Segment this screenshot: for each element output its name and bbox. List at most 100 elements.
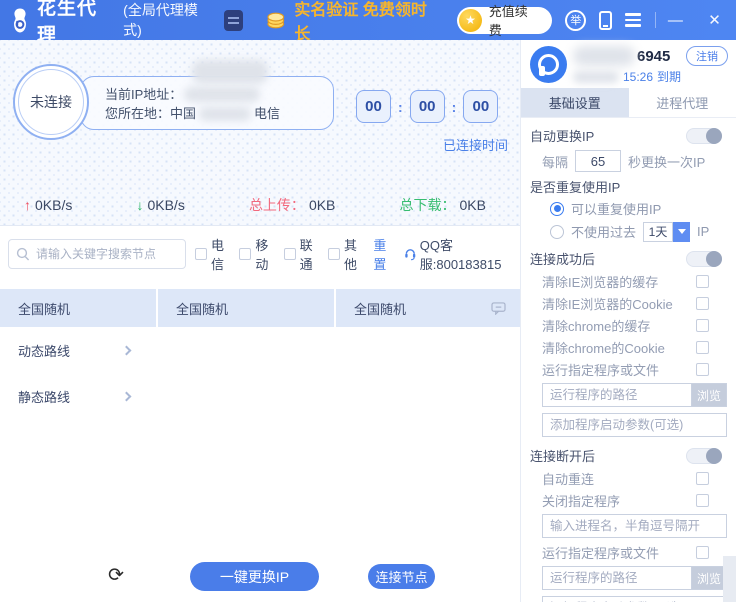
change-ip-button[interactable]: 一键更换IP: [190, 562, 319, 591]
upload-arrow-icon: ↑: [24, 197, 31, 213]
location-blur-mask: [199, 106, 252, 121]
close-process-option[interactable]: 关闭指定程序: [530, 489, 727, 511]
node-column-header[interactable]: 全国随机: [0, 289, 156, 327]
reuse-no-option[interactable]: 不使用过去 1天 IP: [530, 220, 727, 243]
connect-program-path-input[interactable]: [542, 383, 692, 407]
clear-chrome-cookie-option[interactable]: 清除chrome的Cookie: [530, 336, 727, 358]
carrier-filter-telecom[interactable]: 电信: [195, 235, 230, 273]
checkbox-icon: [239, 248, 252, 260]
auto-reconnect-option[interactable]: 自动重连: [530, 467, 727, 489]
carrier-label: 其他: [343, 238, 357, 272]
duration-select[interactable]: 1天: [643, 221, 691, 242]
reset-filter-link[interactable]: 重置: [373, 235, 395, 273]
clear-chrome-cache-option[interactable]: 清除chrome的缓存: [530, 314, 727, 336]
checkbox-icon: [696, 274, 709, 288]
clear-ie-cache-option[interactable]: 清除IE浏览器的缓存: [530, 270, 727, 292]
checkbox-icon: [696, 362, 709, 376]
node-row-dynamic[interactable]: 动态路线: [0, 327, 156, 373]
menu-icon[interactable]: [624, 13, 641, 27]
timer-minutes: 00: [409, 90, 445, 123]
disconnect-program-path-input[interactable]: [542, 566, 692, 590]
carrier-filter-other[interactable]: 其他: [327, 235, 363, 273]
option-label: 运行指定程序或文件: [542, 545, 660, 561]
total-download-label: 总下载：: [399, 197, 456, 213]
timer-colon: :: [398, 98, 403, 115]
connect-browse-button[interactable]: 浏览: [692, 383, 727, 407]
avatar: [530, 46, 567, 83]
reuse-yes-label: 可以重复使用IP: [571, 202, 662, 217]
qq-support-text: QQ客服:800183815: [419, 238, 502, 272]
connection-status-badge: 未连接: [13, 64, 89, 140]
option-label: 关闭指定程序: [542, 493, 621, 509]
expiry-date-blur-mask: [573, 70, 619, 83]
coins-icon: [267, 12, 285, 29]
basic-settings-content: 自动更换IP 每隔 秒更换一次IP 是否重复使用IP 可以重复使用IP: [521, 118, 736, 602]
option-label: 清除IE浏览器的Cookie: [542, 296, 673, 312]
main-panel: 未连接 当前IP地址： 您所在地：中国 电信 00 : 00: 00 已连接时…: [0, 40, 520, 602]
chevron-right-icon: [121, 345, 132, 355]
reuse-no-suffix: IP: [697, 224, 710, 239]
expiry-time: 15:26: [623, 69, 654, 84]
connected-timer: 00 : 00 : 00: [356, 90, 499, 123]
logout-button[interactable]: 注销: [686, 46, 728, 66]
carrier-filter-mobile[interactable]: 移动: [239, 235, 274, 273]
after-connect-toggle[interactable]: [686, 250, 722, 267]
disconnect-program-args-input[interactable]: [542, 596, 727, 602]
option-label: 清除chrome的Cookie: [542, 340, 665, 356]
option-label: 清除chrome的缓存: [542, 318, 651, 334]
realname-promo-link[interactable]: 实名验证 免费领时长: [267, 0, 439, 44]
disconnect-browse-button[interactable]: 浏览: [692, 566, 727, 590]
node-column-header[interactable]: 全国随机: [336, 289, 520, 327]
connect-program-args-input[interactable]: [542, 413, 727, 437]
minimize-button[interactable]: —: [658, 12, 693, 29]
interval-input[interactable]: [575, 150, 622, 172]
timer-colon: :: [451, 98, 457, 115]
reuse-yes-option[interactable]: 可以重复使用IP: [530, 197, 727, 220]
location-isp: 电信: [254, 106, 281, 121]
feedback-icon[interactable]: [491, 301, 506, 315]
headset-icon: [405, 248, 416, 260]
clear-ie-cookie-option[interactable]: 清除IE浏览器的Cookie: [530, 292, 727, 314]
app-window: 花生代理 (全局代理模式) 实名验证 免费领时长 ★ 充值续费 举 — ✕ 未连…: [0, 0, 736, 602]
recharge-button[interactable]: ★ 充值续费: [457, 4, 553, 38]
activity-icon[interactable]: 举: [565, 9, 587, 31]
refresh-icon[interactable]: ⟳: [108, 564, 124, 587]
radio-selected-icon: [550, 201, 564, 216]
connect-node-button[interactable]: 连接节点: [368, 564, 435, 589]
node-row-label: 静态路线: [18, 389, 71, 405]
checkbox-icon: [696, 471, 709, 485]
tab-basic-settings[interactable]: 基础设置: [521, 88, 629, 117]
account-area: 6945 注销 15:26 到期: [521, 40, 736, 88]
carrier-label: 移动: [255, 238, 269, 272]
search-input[interactable]: [8, 239, 186, 269]
run-program-on-disconnect-option[interactable]: 运行指定程序或文件: [530, 541, 727, 563]
mobile-icon[interactable]: [599, 10, 612, 30]
run-program-on-connect-option[interactable]: 运行指定程序或文件: [530, 358, 727, 380]
auto-change-ip-label: 自动更换IP: [530, 129, 595, 144]
scrollbar-thumb[interactable]: [723, 556, 736, 602]
qq-support-link[interactable]: QQ客服:800183815: [404, 235, 516, 273]
connection-hero: 未连接 当前IP地址： 您所在地：中国 电信 00 : 00: 00 已连接时…: [0, 40, 520, 226]
upload-speed: 0KB/s: [35, 197, 73, 213]
after-connect-label: 连接成功后: [530, 252, 596, 267]
action-bar: ⟳ 一键更换IP 连接节点: [0, 562, 520, 592]
settings-tabs: 基础设置 进程代理: [521, 88, 736, 118]
reuse-no-prefix: 不使用过去: [571, 225, 637, 240]
auto-change-ip-toggle[interactable]: [686, 127, 722, 144]
process-names-input[interactable]: [542, 514, 727, 538]
star-icon: ★: [459, 8, 482, 32]
node-row-static[interactable]: 静态路线: [0, 373, 156, 419]
download-arrow-icon: ↓: [136, 197, 144, 213]
certificate-icon[interactable]: [224, 9, 243, 31]
timer-hours: 00: [356, 90, 391, 123]
close-button[interactable]: ✕: [693, 11, 736, 29]
carrier-filter-unicom[interactable]: 联通: [283, 235, 319, 273]
node-column-header[interactable]: 全国随机: [158, 289, 334, 327]
checkbox-icon: [696, 493, 709, 507]
after-disconnect-toggle[interactable]: [686, 447, 722, 464]
blur-mask: [192, 60, 268, 84]
tab-process-proxy[interactable]: 进程代理: [628, 88, 736, 117]
total-download-value: 0KB: [459, 197, 486, 213]
connection-status-text: 未连接: [30, 94, 72, 110]
current-ip-label: 当前IP地址：: [105, 87, 183, 102]
